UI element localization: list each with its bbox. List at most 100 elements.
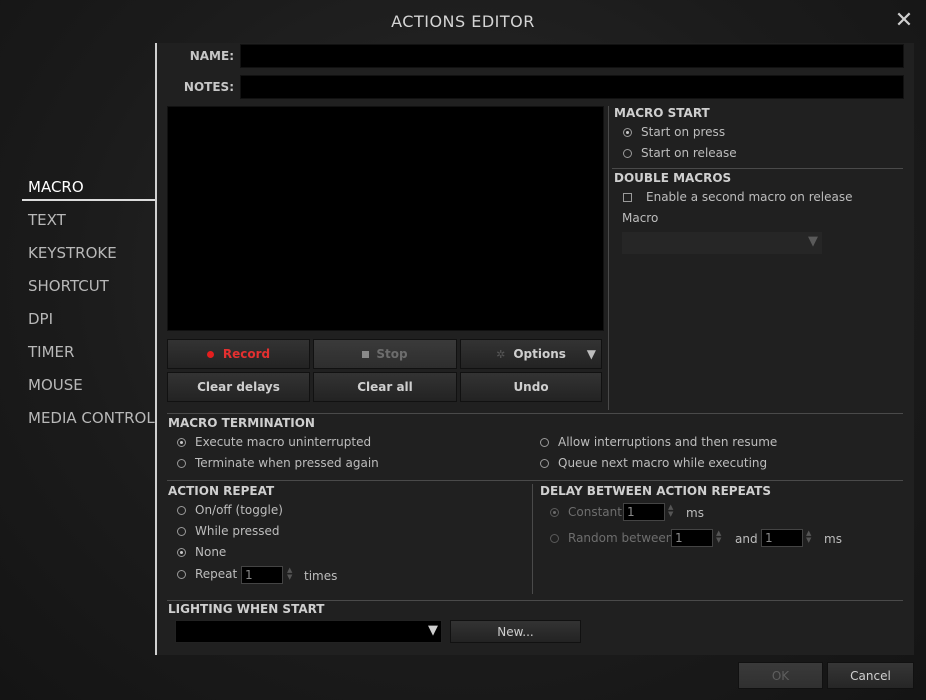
repeat-none-label: None [195, 545, 227, 559]
repeat-none-option[interactable]: None [177, 545, 226, 559]
terminate-pressed-again-option[interactable]: Terminate when pressed again [177, 456, 379, 470]
stop-button-label: Stop [376, 347, 408, 361]
right-column-divider [608, 106, 609, 410]
repeat-count-input[interactable]: 1 [241, 566, 283, 584]
undo-button[interactable]: Undo [460, 372, 602, 402]
stop-square-icon [362, 350, 370, 358]
enable-second-macro-option[interactable]: Enable a second macro on release [623, 190, 852, 204]
constant-delay-label: Constant [568, 505, 622, 519]
stop-button[interactable]: Stop [313, 339, 457, 369]
clear-all-button[interactable]: Clear all [313, 372, 457, 402]
repeat-while-pressed-label: While pressed [195, 524, 280, 538]
action-repeat-heading: ACTION REPEAT [168, 484, 275, 498]
execute-uninterrupted-radio[interactable] [177, 437, 186, 447]
options-dropdown-icon: ▼ [586, 347, 596, 361]
sidebar-item-mouse[interactable]: MOUSE [28, 376, 83, 394]
lighting-select-dropdown[interactable]: ▼ [175, 620, 442, 643]
close-icon[interactable]: ✕ [893, 10, 915, 32]
sidebar-active-underline [22, 199, 156, 201]
name-input[interactable] [240, 44, 904, 68]
sidebar-item-dpi[interactable]: DPI [28, 310, 53, 328]
repeat-toggle-radio[interactable] [177, 505, 186, 515]
double-macros-heading: DOUBLE MACROS [614, 171, 732, 185]
random-delay-radio[interactable] [550, 533, 559, 543]
sidebar-item-shortcut[interactable]: SHORTCUT [28, 277, 109, 295]
sidebar-item-text[interactable]: TEXT [28, 211, 66, 229]
options-button[interactable]: ✲ Options ▼ [460, 339, 602, 369]
notes-input[interactable] [240, 75, 904, 99]
repeat-divider [167, 480, 903, 481]
record-dot-icon [206, 350, 214, 358]
record-button[interactable]: Record [167, 339, 310, 369]
constant-delay-input[interactable]: 1 [623, 503, 665, 521]
random-delay-label: Random between [568, 531, 674, 545]
macro-select-label: Macro [622, 211, 659, 225]
macro-start-divider [612, 168, 903, 169]
terminate-pressed-again-radio[interactable] [177, 458, 186, 468]
repeat-column-divider [532, 484, 533, 594]
repeat-count-option[interactable]: Repeat [177, 567, 237, 581]
lighting-heading: LIGHTING WHEN START [168, 602, 325, 616]
repeat-times-label: times [304, 569, 338, 583]
name-label: NAME: [189, 49, 234, 63]
allow-interruptions-radio[interactable] [540, 437, 549, 447]
random-min-spinner-icon[interactable]: ▲ ▼ [716, 530, 721, 544]
termination-divider [167, 413, 903, 414]
repeat-none-radio[interactable] [177, 547, 186, 557]
random-and-label: and [735, 532, 758, 546]
repeat-count-spinner-icon[interactable]: ▲ ▼ [287, 567, 292, 581]
queue-next-macro-label: Queue next macro while executing [558, 456, 768, 470]
cancel-button[interactable]: Cancel [827, 662, 914, 689]
random-delay-option[interactable]: Random between [550, 531, 673, 545]
allow-interruptions-option[interactable]: Allow interruptions and then resume [540, 435, 777, 449]
enable-second-macro-label: Enable a second macro on release [646, 190, 853, 204]
constant-delay-option[interactable]: Constant [550, 505, 622, 519]
allow-interruptions-label: Allow interruptions and then resume [558, 435, 778, 449]
repeat-while-pressed-radio[interactable] [177, 526, 186, 536]
sidebar-item-media-control[interactable]: MEDIA CONTROL [28, 409, 155, 427]
start-on-release-radio[interactable] [623, 148, 632, 158]
queue-next-macro-radio[interactable] [540, 458, 549, 468]
random-max-spinner-icon[interactable]: ▲ ▼ [806, 530, 811, 544]
start-on-release-label: Start on release [641, 146, 737, 160]
start-on-press-option[interactable]: Start on press [623, 125, 725, 139]
macro-start-heading: MACRO START [614, 106, 710, 120]
sidebar-item-timer[interactable]: TIMER [28, 343, 74, 361]
constant-delay-radio[interactable] [550, 507, 559, 517]
macro-events-list[interactable] [167, 106, 604, 331]
options-button-label: Options [513, 347, 566, 361]
execute-uninterrupted-label: Execute macro uninterrupted [195, 435, 372, 449]
repeat-count-radio[interactable] [177, 569, 186, 579]
start-on-press-label: Start on press [641, 125, 726, 139]
record-button-label: Record [222, 347, 271, 361]
lighting-select-chevron-icon: ▼ [428, 623, 438, 638]
start-on-release-option[interactable]: Start on release [623, 146, 737, 160]
repeat-count-label: Repeat [195, 567, 238, 581]
macro-select-dropdown[interactable]: ▼ [622, 232, 822, 254]
ok-button[interactable]: OK [738, 662, 823, 689]
execute-uninterrupted-option[interactable]: Execute macro uninterrupted [177, 435, 371, 449]
random-min-input[interactable]: 1 [671, 529, 713, 547]
lighting-new-button[interactable]: New... [450, 620, 581, 643]
window-title: ACTIONS EDITOR [391, 12, 535, 31]
enable-second-macro-checkbox[interactable] [623, 192, 632, 202]
lighting-divider [167, 600, 903, 601]
start-on-press-radio[interactable] [623, 127, 632, 137]
clear-delays-button[interactable]: Clear delays [167, 372, 310, 402]
queue-next-macro-option[interactable]: Queue next macro while executing [540, 456, 767, 470]
sidebar-item-macro[interactable]: MACRO [28, 178, 84, 196]
repeat-while-pressed-option[interactable]: While pressed [177, 524, 280, 538]
random-ms-label: ms [824, 532, 842, 546]
constant-ms-label: ms [686, 506, 704, 520]
random-max-input[interactable]: 1 [761, 529, 803, 547]
constant-delay-spinner-icon[interactable]: ▲ ▼ [668, 504, 673, 518]
terminate-pressed-again-label: Terminate when pressed again [195, 456, 379, 470]
macro-termination-heading: MACRO TERMINATION [168, 416, 315, 430]
sidebar-item-keystroke[interactable]: KEYSTROKE [28, 244, 117, 262]
sidebar-divider [155, 43, 157, 655]
options-gear-icon: ✲ [496, 347, 506, 361]
delay-between-heading: DELAY BETWEEN ACTION REPEATS [540, 484, 771, 498]
repeat-toggle-option[interactable]: On/off (toggle) [177, 503, 283, 517]
macro-select-chevron-icon: ▼ [808, 234, 818, 249]
notes-label: NOTES: [183, 80, 234, 94]
